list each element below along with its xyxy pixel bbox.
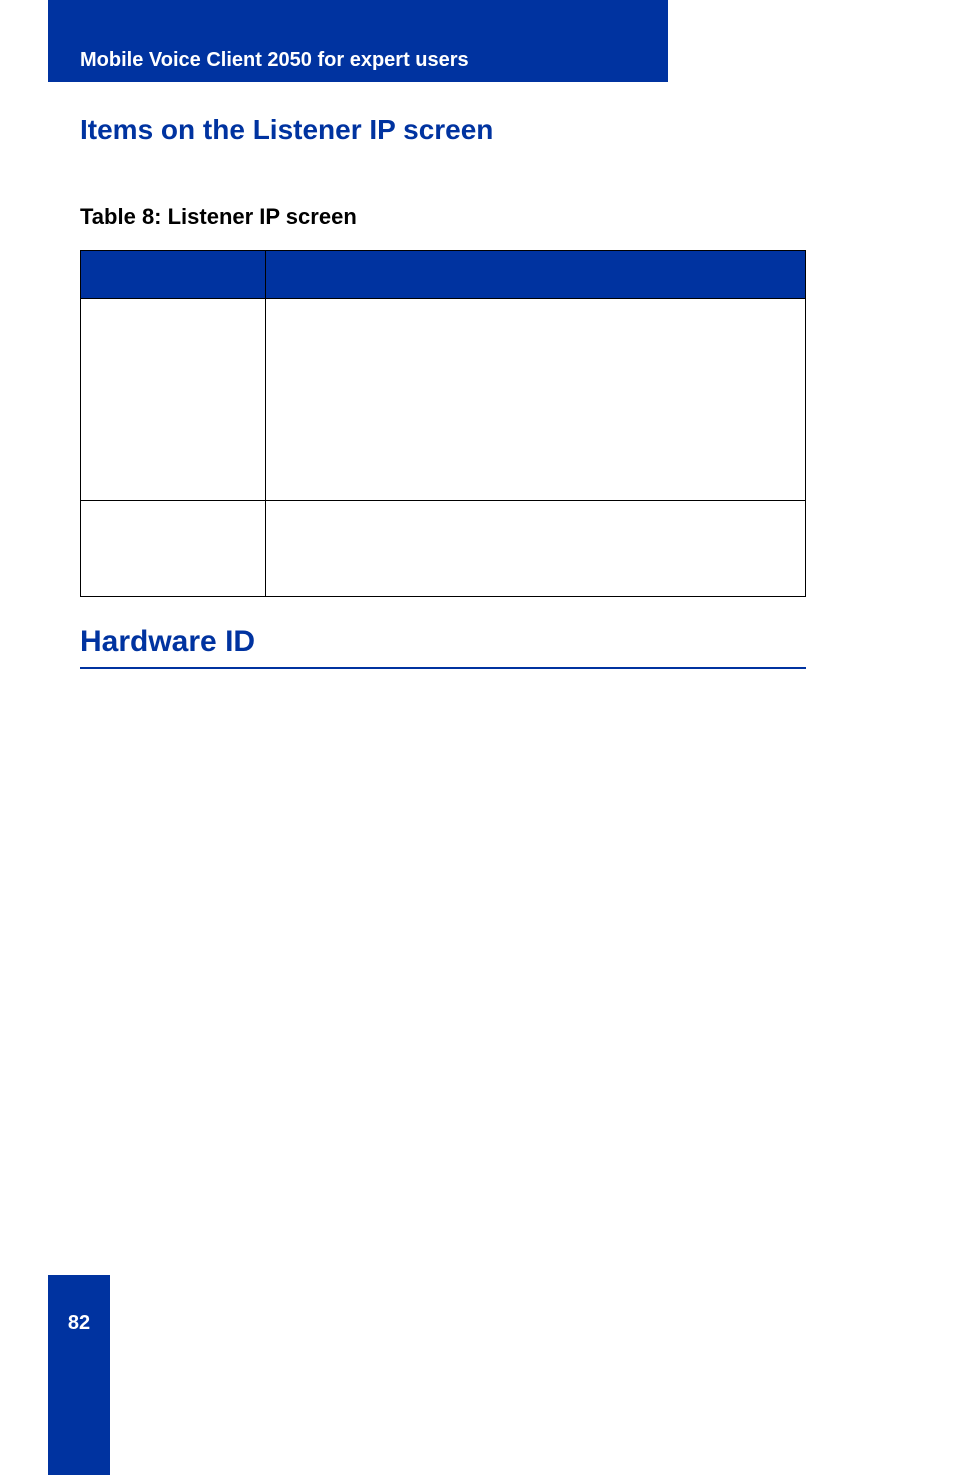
section-heading-listener: Items on the Listener IP screen [80, 114, 493, 146]
section-heading-hardware: Hardware ID [80, 625, 806, 669]
page-number: 82 [48, 1312, 110, 1335]
table-row [81, 501, 806, 597]
table-cell [266, 501, 806, 597]
table-cell [266, 299, 806, 501]
table-cell [81, 501, 266, 597]
table-header-row [81, 251, 806, 299]
table-header-cell-2 [266, 251, 806, 299]
table-header-cell-1 [81, 251, 266, 299]
footer-tab [48, 1275, 110, 1475]
table-cell [81, 299, 266, 501]
table-row [81, 299, 806, 501]
page-header-title: Mobile Voice Client 2050 for expert user… [80, 49, 469, 72]
table-caption: Table 8: Listener IP screen [80, 204, 357, 230]
listener-ip-table [80, 250, 806, 597]
